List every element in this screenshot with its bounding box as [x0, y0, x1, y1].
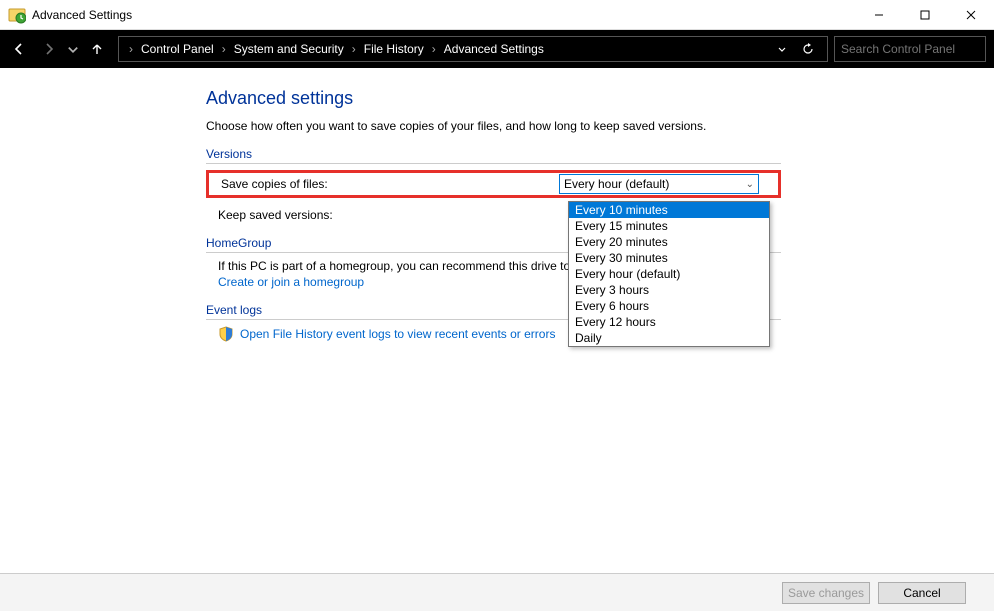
- breadcrumb-segment[interactable]: Advanced Settings: [440, 42, 548, 56]
- save-copies-dropdown-list[interactable]: Every 10 minutesEvery 15 minutesEvery 20…: [568, 201, 770, 347]
- chevron-down-icon: ⌄: [746, 179, 754, 190]
- breadcrumb-segment[interactable]: System and Security: [230, 42, 348, 56]
- search-box[interactable]: [834, 36, 986, 62]
- close-button[interactable]: [948, 0, 994, 29]
- navigation-bar: › Control Panel › System and Security › …: [0, 30, 994, 68]
- dropdown-option[interactable]: Every 10 minutes: [569, 202, 769, 218]
- maximize-button[interactable]: [902, 0, 948, 29]
- back-button[interactable]: [4, 34, 34, 64]
- save-copies-label: Save copies of files:: [209, 177, 559, 191]
- bottom-bar: Save changes Cancel: [0, 573, 994, 611]
- window-title: Advanced Settings: [32, 8, 856, 22]
- refresh-button[interactable]: [795, 36, 821, 62]
- keep-versions-label: Keep saved versions:: [206, 208, 556, 222]
- chevron-right-icon: ›: [348, 42, 360, 56]
- save-copies-value: Every hour (default): [564, 177, 669, 191]
- up-button[interactable]: [82, 34, 112, 64]
- section-header-versions: Versions: [206, 147, 781, 164]
- chevron-right-icon: ›: [428, 42, 440, 56]
- dropdown-option[interactable]: Every 30 minutes: [569, 250, 769, 266]
- dropdown-option[interactable]: Every 20 minutes: [569, 234, 769, 250]
- page-title: Advanced settings: [206, 88, 994, 109]
- forward-button[interactable]: [34, 34, 64, 64]
- shield-icon: [218, 326, 234, 342]
- content-area: Advanced settings Choose how often you w…: [0, 68, 994, 573]
- save-copies-row: Save copies of files: Every hour (defaul…: [206, 170, 781, 198]
- minimize-button[interactable]: [856, 0, 902, 29]
- dropdown-option[interactable]: Every hour (default): [569, 266, 769, 282]
- chevron-right-icon[interactable]: ›: [125, 42, 137, 56]
- address-dropdown-button[interactable]: [769, 36, 795, 62]
- dropdown-option[interactable]: Every 3 hours: [569, 282, 769, 298]
- eventlogs-link[interactable]: Open File History event logs to view rec…: [240, 327, 555, 341]
- breadcrumb-segment[interactable]: Control Panel: [137, 42, 218, 56]
- recent-locations-dropdown[interactable]: [64, 34, 82, 64]
- breadcrumb[interactable]: › Control Panel › System and Security › …: [118, 36, 828, 62]
- dropdown-option[interactable]: Every 6 hours: [569, 298, 769, 314]
- page-description: Choose how often you want to save copies…: [206, 119, 994, 133]
- search-input[interactable]: [835, 42, 994, 56]
- dropdown-option[interactable]: Every 15 minutes: [569, 218, 769, 234]
- file-history-icon: [8, 6, 26, 24]
- dropdown-option[interactable]: Daily: [569, 330, 769, 346]
- save-changes-button[interactable]: Save changes: [782, 582, 870, 604]
- cancel-button[interactable]: Cancel: [878, 582, 966, 604]
- save-copies-select[interactable]: Every hour (default) ⌄: [559, 174, 759, 194]
- dropdown-option[interactable]: Every 12 hours: [569, 314, 769, 330]
- title-bar: Advanced Settings: [0, 0, 994, 30]
- breadcrumb-segment[interactable]: File History: [360, 42, 428, 56]
- chevron-right-icon: ›: [218, 42, 230, 56]
